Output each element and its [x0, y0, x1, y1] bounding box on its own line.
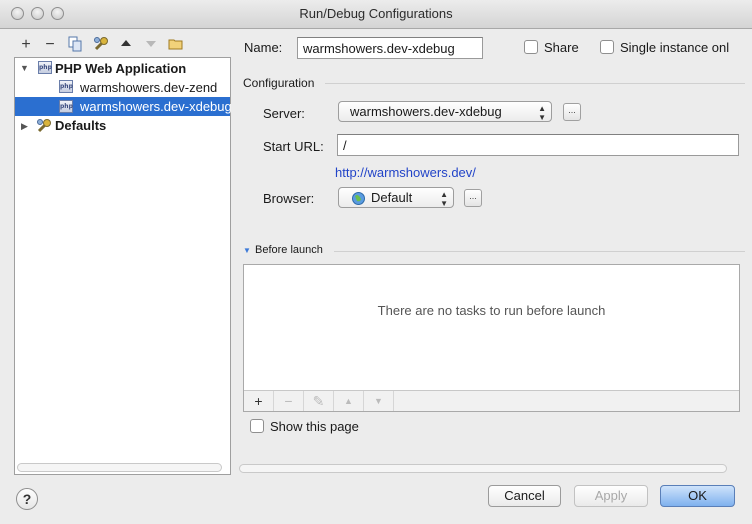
move-down-icon[interactable]: [142, 36, 160, 54]
start-url-input[interactable]: /: [337, 134, 739, 156]
name-input[interactable]: warmshowers.dev-xdebug: [297, 37, 483, 59]
browser-select-value: Default: [371, 190, 413, 205]
tree-group-php-web-application[interactable]: PHP Web Application: [55, 59, 186, 78]
globe-icon: [352, 191, 365, 210]
single-instance-label: Single instance onl: [620, 40, 730, 55]
server-select[interactable]: warmshowers.dev-xdebug ▲ ▼: [338, 101, 552, 122]
browser-label: Browser:: [263, 191, 315, 206]
tree-item-xdebug: warmshowers.dev-xdebug: [80, 99, 232, 114]
tree-item-zend[interactable]: warmshowers.dev-zend: [80, 78, 217, 97]
server-ellipsis-button[interactable]: ...: [563, 103, 581, 121]
server-select-value: warmshowers.dev-xdebug: [350, 104, 502, 119]
php-file-icon: php: [59, 100, 73, 113]
apply-button[interactable]: Apply: [574, 485, 648, 507]
collapse-arrow-icon[interactable]: ▶: [21, 121, 28, 132]
before-launch-toolbar: + − ✎ ▲ ▼: [244, 390, 739, 411]
start-url-label: Start URL:: [263, 139, 324, 154]
window-title: Run/Debug Configurations: [299, 6, 453, 21]
ok-button[interactable]: OK: [660, 485, 735, 507]
share-label: Share: [544, 40, 579, 55]
share-checkbox[interactable]: [524, 40, 538, 54]
updown-arrows-icon: ▲ ▼: [440, 190, 448, 208]
updown-arrows-icon: ▲ ▼: [538, 104, 546, 122]
configuration-tree[interactable]: ▼ php PHP Web Application php warmshower…: [14, 57, 232, 475]
wrench-icon: [36, 118, 52, 137]
tree-group-defaults[interactable]: Defaults: [55, 116, 106, 135]
title-bar: Run/Debug Configurations: [0, 0, 752, 29]
server-label: Server:: [263, 106, 305, 121]
php-file-icon: php: [59, 80, 73, 93]
help-button[interactable]: ?: [16, 488, 38, 510]
before-launch-empty-text: There are no tasks to run before launch: [377, 303, 606, 318]
move-up-icon[interactable]: [117, 36, 135, 54]
single-instance-checkbox[interactable]: [600, 40, 614, 54]
wrench-icon[interactable]: [92, 36, 110, 54]
copy-icon[interactable]: [66, 36, 84, 54]
browser-ellipsis-button[interactable]: ...: [464, 189, 482, 207]
move-task-down-icon[interactable]: ▼: [364, 391, 394, 411]
add-task-plus-icon[interactable]: +: [244, 391, 274, 411]
configuration-header: Configuration: [243, 76, 315, 90]
collapse-triangle-icon[interactable]: ▼: [243, 246, 251, 255]
edit-task-pencil-icon[interactable]: ✎: [304, 391, 334, 411]
plus-icon[interactable]: +: [17, 36, 35, 54]
before-launch-task-list[interactable]: There are no tasks to run before launch …: [243, 264, 740, 412]
tree-item-xdebug-row[interactable]: php warmshowers.dev-xdebug: [15, 97, 232, 116]
cancel-button[interactable]: Cancel: [488, 485, 561, 507]
show-this-page-label: Show this page: [270, 419, 359, 434]
before-launch-divider: [334, 251, 745, 252]
show-this-page-checkbox[interactable]: [250, 419, 264, 433]
name-label: Name:: [244, 40, 283, 55]
expand-arrow-icon[interactable]: ▼: [20, 63, 29, 73]
before-launch-header: Before launch: [255, 244, 323, 256]
folder-icon[interactable]: [167, 36, 185, 54]
browser-select[interactable]: Default ▲ ▼: [338, 187, 454, 208]
configuration-divider: [325, 83, 745, 84]
tree-horizontal-scrollbar[interactable]: [17, 463, 222, 472]
minus-icon[interactable]: −: [41, 36, 59, 54]
resolved-url-link[interactable]: http://warmshowers.dev/: [335, 165, 476, 180]
remove-task-minus-icon[interactable]: −: [274, 391, 304, 411]
move-task-up-icon[interactable]: ▲: [334, 391, 364, 411]
form-horizontal-scrollbar[interactable]: [239, 464, 727, 473]
php-group-icon: php: [38, 61, 52, 74]
